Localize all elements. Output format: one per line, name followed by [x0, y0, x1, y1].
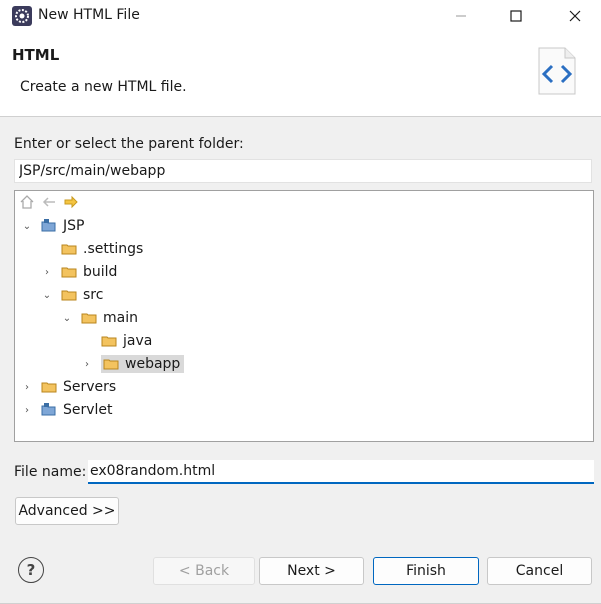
finish-button[interactable]: Finish	[373, 557, 479, 585]
file-name-input[interactable]	[88, 460, 594, 484]
tree-item-label: build	[83, 264, 118, 280]
tree-item-webapp[interactable]: › webapp	[81, 353, 185, 375]
wizard-header	[0, 32, 601, 117]
close-button[interactable]	[552, 0, 598, 32]
html-file-icon	[533, 44, 581, 98]
forward-arrow-icon[interactable]	[63, 194, 79, 210]
tree-item-label: JSP	[63, 218, 85, 234]
parent-folder-input[interactable]	[14, 159, 592, 183]
minimize-button[interactable]	[438, 0, 484, 32]
tree-item-label: src	[83, 287, 104, 303]
project-icon	[41, 219, 56, 232]
folder-icon	[61, 267, 77, 278]
chevron-right-icon[interactable]: ›	[81, 358, 93, 370]
back-arrow-icon[interactable]	[41, 194, 57, 210]
tree-item-label: Servlet	[63, 402, 113, 418]
chevron-right-icon[interactable]: ›	[21, 381, 33, 393]
page-description: Create a new HTML file.	[20, 79, 187, 95]
parent-folder-label: Enter or select the parent folder:	[14, 136, 244, 152]
eclipse-app-icon	[12, 6, 32, 26]
file-name-label: File name:	[14, 464, 87, 480]
tree-item-src[interactable]: ⌄ src	[41, 284, 105, 306]
tree-item-java[interactable]: java	[81, 330, 154, 352]
page-title: HTML	[12, 46, 60, 64]
chevron-right-icon[interactable]: ›	[41, 266, 53, 278]
folder-icon	[103, 359, 119, 370]
close-icon	[569, 10, 581, 22]
window-title: New HTML File	[38, 7, 140, 23]
folder-icon	[81, 313, 97, 324]
chevron-down-icon[interactable]: ⌄	[21, 220, 33, 232]
tree-item-servlet[interactable]: › Servlet	[21, 399, 115, 421]
tree-item-label: webapp	[125, 356, 181, 372]
project-icon	[41, 403, 56, 416]
folder-tree[interactable]: ⌄ JSP .settings › build ⌄ src ⌄ main jav…	[14, 190, 594, 442]
tree-item-label: main	[103, 310, 138, 326]
tree-toolbar	[19, 194, 79, 210]
chevron-right-icon[interactable]: ›	[21, 404, 33, 416]
maximize-icon	[510, 10, 522, 22]
tree-item-label: Servers	[63, 379, 117, 395]
tree-item-label: .settings	[83, 241, 144, 257]
chevron-down-icon[interactable]: ⌄	[61, 312, 73, 324]
home-icon[interactable]	[19, 194, 35, 210]
advanced-button[interactable]: Advanced >>	[15, 497, 119, 525]
folder-icon	[61, 290, 77, 301]
maximize-button[interactable]	[493, 0, 539, 32]
chevron-down-icon[interactable]: ⌄	[41, 289, 53, 301]
tree-item-jsp[interactable]: ⌄ JSP	[21, 215, 86, 237]
selected-highlight: webapp	[101, 355, 185, 373]
back-button[interactable]: < Back	[153, 557, 255, 585]
folder-icon	[41, 382, 57, 393]
tree-item-label: java	[123, 333, 153, 349]
tree-item-settings[interactable]: .settings	[41, 238, 145, 260]
help-icon[interactable]: ?	[18, 557, 44, 583]
tree-item-servers[interactable]: › Servers	[21, 376, 118, 398]
tree-item-main[interactable]: ⌄ main	[61, 307, 140, 329]
minimize-icon	[456, 15, 466, 17]
folder-icon	[61, 244, 77, 255]
tree-item-build[interactable]: › build	[41, 261, 119, 283]
next-button[interactable]: Next >	[259, 557, 364, 585]
folder-icon	[101, 336, 117, 347]
cancel-button[interactable]: Cancel	[487, 557, 592, 585]
